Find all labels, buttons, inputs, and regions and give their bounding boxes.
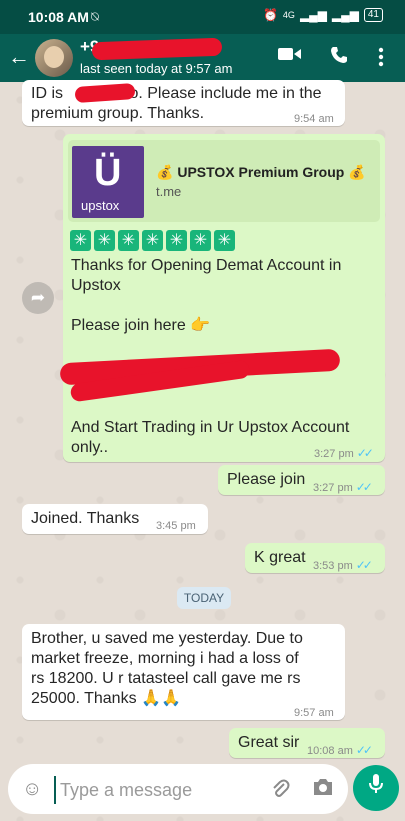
link-domain: t.me [156,184,182,199]
message-time: 3:53 pm ✓✓ [313,558,373,572]
signal-icon-2: ▂▄▆ [331,8,359,22]
message-composer: ☺ [8,764,348,814]
message-outgoing[interactable]: Please join 3:27 pm ✓✓ [218,465,385,495]
upstox-logo: Ü upstox [72,146,144,218]
message-text: And Start Trading in Ur Upstox Account o… [71,419,350,456]
mic-icon[interactable] [353,765,399,811]
battery-icon: 41 [363,8,383,22]
pointing-hand-icon: 👉 [190,317,211,334]
emoji-row: ✳ ✳ ✳ ✳ ✳ ✳ ✳ [70,230,235,251]
logo-brand: upstox [81,198,120,213]
signal-label: 4G [282,10,295,20]
chat-header[interactable]: ← +9 last seen today at 9:57 am [0,34,405,82]
video-call-icon[interactable] [278,46,302,68]
message-text: K great [254,549,306,566]
sparkle-icon: ✳ [94,230,115,251]
link-title-wrap: 💰 UPSTOX Premium Group 💰 [156,164,366,180]
message-time: 3:27 pm ✓✓ [314,446,374,460]
sparkle-icon: ✳ [142,230,163,251]
message-outgoing[interactable]: K great 3:53 pm ✓✓ [245,543,385,573]
link-preview-card[interactable]: Ü upstox 💰 UPSTOX Premium Group 💰 t.me [68,140,380,222]
status-bar: 10:08 AM ⍉ ⏰ 4G ▂▄▆ ▂▄▆ 41 [0,0,405,34]
message-text: Brother, u saved me yesterday. Due to ma… [31,630,303,707]
upstox-logo-mark: Ü [94,152,122,194]
message-time: 9:57 am [294,707,334,719]
mute-icon: ⍉ [91,9,99,24]
emoji-icon[interactable]: ☺ [22,778,42,801]
camera-icon[interactable] [312,778,334,802]
message-time: 10:08 am ✓✓ [307,743,373,757]
date-divider: TODAY [177,587,231,609]
sparkle-icon: ✳ [190,230,211,251]
more-vert-icon[interactable] [378,47,384,73]
status-time: 10:08 AM [28,9,89,25]
forward-icon[interactable]: ➦ [22,282,54,314]
folded-hands-icon: 🙏🙏 [141,690,181,707]
signal-icon: ▂▄▆ [299,8,327,22]
message-incoming[interactable]: Brother, u saved me yesterday. Due to ma… [22,624,345,720]
phone-icon[interactable] [329,45,349,71]
read-ticks-icon: ✓✓ [355,743,373,757]
message-incoming[interactable]: Joined. Thanks 3:45 pm [22,504,208,534]
message-time: 3:45 pm [156,520,196,532]
sparkle-icon: ✳ [214,230,235,251]
message-text: Joined. Thanks [31,510,140,527]
message-text: Thanks for Opening Demat Account in Upst… [71,257,342,334]
sparkle-icon: ✳ [166,230,187,251]
read-ticks-icon: ✓✓ [355,558,373,572]
read-ticks-icon: ✓✓ [355,480,373,494]
alarm-icon: ⏰ [262,8,278,22]
message-text: Please join [227,471,306,488]
message-time: 3:27 pm ✓✓ [313,480,373,494]
message-time: 9:54 am [294,113,334,125]
redaction-mark [91,37,223,61]
last-seen: last seen today at 9:57 am [80,61,233,76]
attach-icon[interactable] [270,778,290,806]
message-outgoing[interactable]: Great sir 10:08 am ✓✓ [229,728,385,758]
message-text: Great sir [238,734,300,751]
message-input[interactable] [54,776,262,804]
sparkle-icon: ✳ [118,230,139,251]
sparkle-icon: ✳ [70,230,91,251]
avatar[interactable] [35,39,73,77]
read-ticks-icon: ✓✓ [356,446,374,460]
message-text: ID is o. Please include me in the premiu… [31,85,322,122]
link-title: UPSTOX Premium Group [177,164,345,180]
back-arrow-icon[interactable]: ← [8,44,30,70]
status-icons: ⏰ 4G ▂▄▆ ▂▄▆ 41 [263,8,383,22]
whatsapp-chat-screen: 10:08 AM ⍉ ⏰ 4G ▂▄▆ ▂▄▆ 41 ← +9 last see… [0,0,405,821]
message-incoming[interactable]: ID is o. Please include me in the premiu… [22,80,345,126]
